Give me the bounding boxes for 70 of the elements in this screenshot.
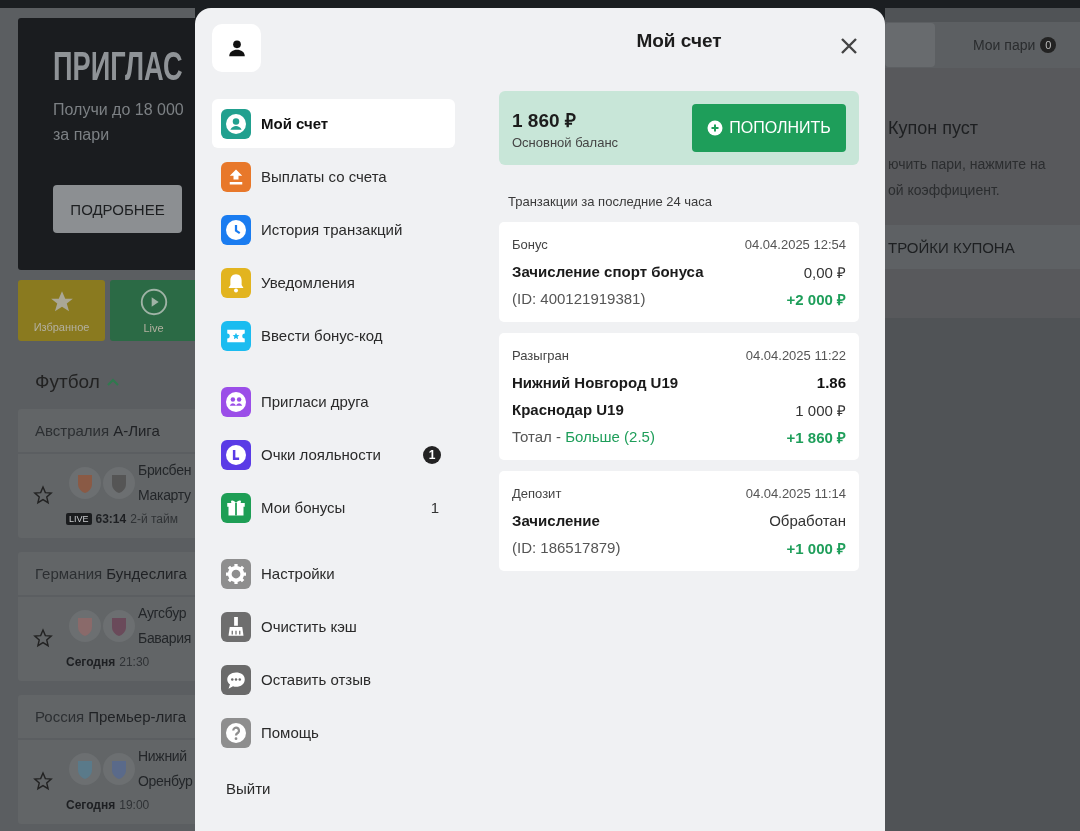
team-logo-icon (68, 752, 102, 786)
play-icon (139, 287, 168, 316)
section-title: Транзакции за последние 24 часа (508, 194, 714, 209)
menu-item[interactable]: Оставить отзыв (212, 655, 455, 704)
team-name: Макарту (138, 486, 192, 505)
transaction-amount: 1.86 (816, 374, 846, 391)
sport-title: Футбол (35, 371, 100, 393)
promo-title: ПРИГЛАС (53, 44, 183, 89)
team-name: Нижний (138, 747, 188, 766)
transaction-amount: 0,00 ₽ (803, 262, 846, 282)
transaction-title: Зачисление спорт бонуса (512, 263, 704, 280)
transaction-amount: +1 860 ₽ (786, 427, 846, 447)
balance-amount: 1 860 ₽ (512, 108, 577, 133)
live-badge: LIVE (66, 513, 92, 525)
team-name: Брисбен (138, 461, 192, 480)
menu-item[interactable]: Очки лояльности 1 (212, 430, 455, 479)
transaction-type: Бонус (512, 237, 548, 252)
transaction-date: 04.04.2025 12:54 (744, 237, 846, 252)
star-icon (33, 628, 53, 648)
menu-item[interactable]: Помощь (212, 708, 455, 757)
transaction-title: Нижний Новгород U19 (512, 374, 679, 391)
menu-item[interactable]: Уведомления (212, 258, 455, 307)
match-day: Сегодня (66, 655, 116, 669)
transaction-type: Депозит (512, 486, 562, 501)
transaction-detail: Тотал - Больше (2.5) (512, 428, 655, 445)
team-logo-icon (102, 466, 136, 500)
match-time: 63:14 (95, 512, 127, 526)
team-logo-icon (102, 752, 136, 786)
team-logo-icon (68, 466, 102, 500)
count-badge: 1 (423, 445, 441, 464)
promo-text: Получи до 18 000 (53, 100, 185, 120)
transaction-amount: +2 000 ₽ (786, 289, 846, 309)
close-button[interactable] (839, 36, 859, 56)
transaction-date: 04.04.2025 11:14 (745, 486, 846, 501)
transaction-amount: Обработан (769, 512, 846, 529)
match-day: Сегодня (66, 798, 116, 812)
transaction-amount: +1 000 ₽ (786, 538, 846, 558)
menu-item[interactable]: Очистить кэш (212, 602, 455, 651)
modal-title: Мой счет (636, 30, 722, 52)
transaction-type: Разыгран (512, 348, 569, 363)
team-name: Аугсбур (138, 604, 188, 623)
transaction-detail: (ID: 186517879) (512, 539, 621, 556)
menu-item[interactable]: Пригласи друга (212, 377, 455, 426)
menu-item[interactable]: Мои бонусы 1 (212, 483, 455, 532)
menu-item[interactable]: Мой счет (212, 99, 455, 148)
star-icon (33, 771, 53, 791)
menu-item[interactable]: Настройки (212, 549, 455, 598)
balance-label: Основной баланс (512, 134, 619, 150)
team-name: Бавария (138, 629, 192, 648)
menu-item[interactable]: Выплаты со счета (212, 152, 455, 201)
transaction-date: 04.04.2025 11:22 (745, 348, 846, 363)
star-icon (33, 485, 53, 505)
team-name: Оренбур (138, 772, 193, 791)
menu-item[interactable]: Ввести бонус-код (212, 311, 455, 360)
team-logo-icon (102, 609, 136, 643)
logout-link[interactable]: Выйти (226, 780, 271, 797)
plus-circle-icon (707, 120, 724, 136)
transaction-title: Зачисление (512, 512, 600, 529)
menu-item[interactable]: История транзакций (212, 205, 455, 254)
empty-title: Купон пуст (888, 118, 979, 139)
close-icon (839, 36, 859, 56)
count-badge: 0 (1040, 37, 1057, 53)
transaction-detail: (ID: 400121919381) (512, 290, 646, 307)
transaction-amount: 1 000 ₽ (795, 400, 846, 420)
team-logo-icon (68, 609, 102, 643)
count: 1 (430, 499, 440, 516)
transaction-title: Краснодар U19 (512, 401, 624, 418)
promo-text: за пари (53, 125, 111, 145)
details-button[interactable]: ПОДРОБНЕЕ (53, 185, 182, 233)
avatar-button[interactable] (212, 24, 261, 72)
